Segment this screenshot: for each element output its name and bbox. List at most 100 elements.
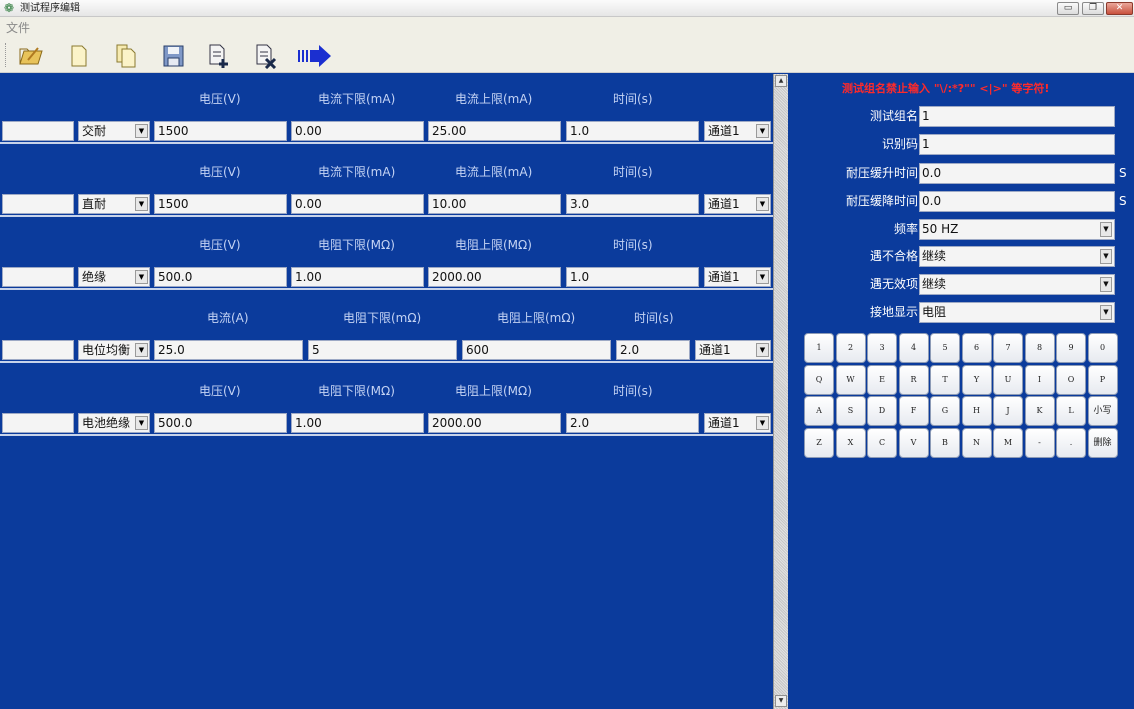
param-2-field[interactable]: 1.00 — [291, 267, 424, 287]
key-7[interactable]: 7 — [993, 333, 1023, 363]
key-k[interactable]: K — [1024, 396, 1055, 426]
key-5[interactable]: 5 — [930, 333, 960, 363]
key-9[interactable]: 9 — [1056, 333, 1086, 363]
copy-file-icon[interactable] — [112, 43, 138, 69]
key-u[interactable]: U — [993, 364, 1023, 395]
key-x[interactable]: X — [835, 427, 866, 458]
ramp-up-time-input[interactable]: 0.0 — [919, 163, 1115, 184]
param-1-field[interactable]: 500.0 — [154, 413, 287, 433]
chevron-down-icon[interactable]: ▼ — [1100, 305, 1112, 320]
key-a[interactable]: A — [804, 396, 834, 426]
param-1-field[interactable]: 1500 — [154, 121, 287, 141]
step-type-select[interactable]: 交耐 ▼ — [78, 121, 150, 141]
step-name-field[interactable] — [2, 413, 74, 433]
chevron-down-icon[interactable]: ▼ — [135, 197, 148, 211]
key-l[interactable]: L — [1056, 396, 1086, 426]
key-w[interactable]: W — [835, 364, 866, 395]
key-b[interactable]: B — [930, 427, 960, 458]
key-n[interactable]: N — [961, 427, 992, 458]
step-name-field[interactable] — [2, 267, 74, 287]
key-z[interactable]: Z — [804, 427, 834, 458]
key-g[interactable]: G — [930, 396, 960, 426]
channel-select[interactable]: 通道1 ▼ — [704, 413, 771, 433]
ground-display-select[interactable]: 电阻 ▼ — [919, 302, 1115, 323]
key-f[interactable]: F — [898, 396, 929, 426]
key-8[interactable]: 8 — [1024, 333, 1055, 363]
key-minus[interactable]: - — [1024, 427, 1055, 458]
new-file-icon[interactable] — [65, 43, 91, 69]
chevron-down-icon[interactable]: ▼ — [1100, 249, 1112, 264]
scroll-up-icon[interactable]: ▲ — [775, 75, 787, 87]
key-s[interactable]: S — [835, 396, 866, 426]
key-q[interactable]: Q — [804, 364, 834, 395]
key-period[interactable]: . — [1056, 427, 1086, 458]
param-4-field[interactable]: 2.0 — [566, 413, 699, 433]
key-c[interactable]: C — [867, 427, 897, 458]
key-d[interactable]: D — [867, 396, 897, 426]
key-4[interactable]: 4 — [898, 333, 929, 363]
scroll-down-icon[interactable]: ▼ — [775, 695, 787, 707]
key-o[interactable]: O — [1056, 364, 1086, 395]
key-r[interactable]: R — [898, 364, 929, 395]
param-1-field[interactable]: 500.0 — [154, 267, 287, 287]
key-t[interactable]: T — [930, 364, 960, 395]
key-2[interactable]: 2 — [835, 333, 866, 363]
param-2-field[interactable]: 0.00 — [291, 194, 424, 214]
delete-document-icon[interactable] — [253, 43, 279, 69]
param-3-field[interactable]: 25.00 — [428, 121, 561, 141]
key-j[interactable]: J — [993, 396, 1023, 426]
vertical-scrollbar[interactable]: ▲ ▼ — [773, 74, 788, 709]
chevron-down-icon[interactable]: ▼ — [756, 124, 769, 138]
step-type-select[interactable]: 电位均衡 ▼ — [78, 340, 150, 360]
chevron-down-icon[interactable]: ▼ — [756, 270, 769, 284]
run-arrow-icon[interactable] — [297, 43, 333, 69]
key-3[interactable]: 3 — [867, 333, 897, 363]
channel-select[interactable]: 通道1 ▼ — [704, 267, 771, 287]
key-p[interactable]: P — [1087, 364, 1118, 395]
key-lowercase[interactable]: 小写 — [1087, 396, 1118, 426]
step-name-field[interactable] — [2, 340, 74, 360]
menu-file[interactable]: 文件 — [6, 21, 30, 35]
step-name-field[interactable] — [2, 121, 74, 141]
open-folder-icon[interactable] — [18, 43, 44, 69]
minimize-button[interactable]: ▭ — [1057, 2, 1079, 15]
chevron-down-icon[interactable]: ▼ — [135, 416, 148, 430]
channel-select[interactable]: 通道1 ▼ — [704, 121, 771, 141]
key-y[interactable]: Y — [961, 364, 992, 395]
id-code-input[interactable]: 1 — [919, 134, 1115, 155]
key-m[interactable]: M — [993, 427, 1023, 458]
param-2-field[interactable]: 5 — [308, 340, 457, 360]
param-1-field[interactable]: 25.0 — [154, 340, 303, 360]
param-4-field[interactable]: 2.0 — [616, 340, 690, 360]
group-name-input[interactable]: 1 — [919, 106, 1115, 127]
param-1-field[interactable]: 1500 — [154, 194, 287, 214]
on-invalid-select[interactable]: 继续 ▼ — [919, 274, 1115, 295]
param-3-field[interactable]: 600 — [462, 340, 611, 360]
on-fail-select[interactable]: 继续 ▼ — [919, 246, 1115, 267]
chevron-down-icon[interactable]: ▼ — [135, 124, 148, 138]
chevron-down-icon[interactable]: ▼ — [135, 343, 148, 357]
channel-select[interactable]: 通道1 ▼ — [695, 340, 771, 360]
key-6[interactable]: 6 — [961, 333, 992, 363]
add-document-icon[interactable] — [206, 43, 232, 69]
param-4-field[interactable]: 1.0 — [566, 121, 699, 141]
key-1[interactable]: 1 — [804, 333, 834, 363]
key-e[interactable]: E — [867, 364, 897, 395]
key-v[interactable]: V — [898, 427, 929, 458]
key-0[interactable]: 0 — [1087, 333, 1118, 363]
restore-button[interactable]: ❐ — [1082, 2, 1104, 15]
key-i[interactable]: I — [1024, 364, 1055, 395]
close-button[interactable]: ✕ — [1106, 2, 1133, 15]
param-3-field[interactable]: 10.00 — [428, 194, 561, 214]
step-type-select[interactable]: 电池绝缘 ▼ — [78, 413, 150, 433]
channel-select[interactable]: 通道1 ▼ — [704, 194, 771, 214]
chevron-down-icon[interactable]: ▼ — [1100, 222, 1112, 237]
chevron-down-icon[interactable]: ▼ — [756, 416, 769, 430]
param-3-field[interactable]: 2000.00 — [428, 413, 561, 433]
save-icon[interactable] — [160, 43, 186, 69]
chevron-down-icon[interactable]: ▼ — [1100, 277, 1112, 292]
param-3-field[interactable]: 2000.00 — [428, 267, 561, 287]
param-4-field[interactable]: 1.0 — [566, 267, 699, 287]
param-4-field[interactable]: 3.0 — [566, 194, 699, 214]
chevron-down-icon[interactable]: ▼ — [756, 197, 769, 211]
